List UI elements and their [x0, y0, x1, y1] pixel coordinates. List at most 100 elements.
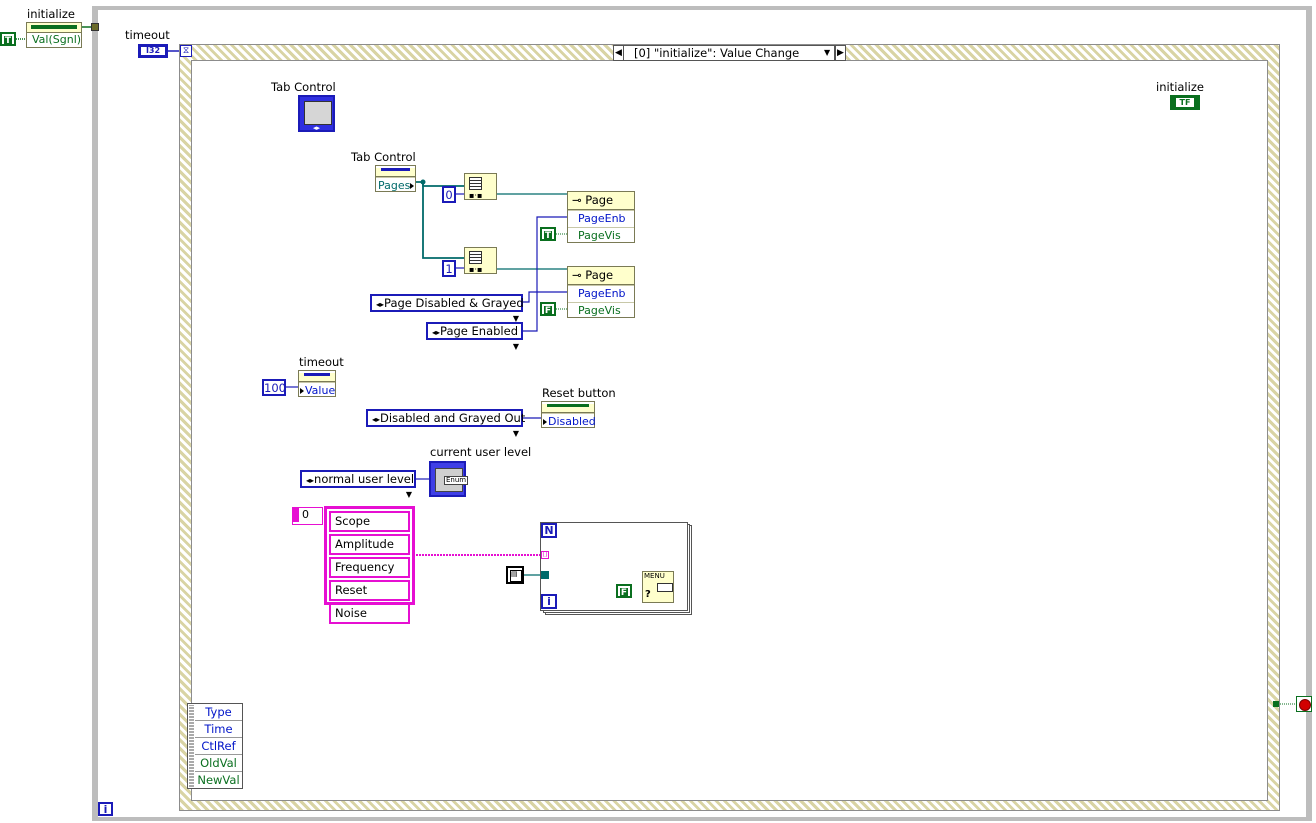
tunnel-initialize	[91, 23, 99, 31]
timeout-prop-strip	[304, 373, 330, 376]
initialize-local-variable[interactable]: Val(Sgnl)	[26, 22, 82, 48]
array-item-reset[interactable]: Reset	[329, 580, 410, 601]
timeout-type-text: I32	[141, 47, 165, 55]
enum-normal-user-level[interactable]: ◂▸normal user level ▼	[300, 470, 416, 499]
tab-control-ref-label: Tab Control	[351, 150, 416, 164]
menu-node-question-icon: ?	[645, 589, 651, 600]
menu-false-text: F	[620, 588, 628, 598]
page-invoke-2-title-text: Page	[585, 268, 614, 282]
enum-page-enabled-text: Page Enabled	[440, 324, 518, 338]
event-data-type[interactable]: Type	[195, 704, 242, 721]
index-array-1-dots: ▪·▪	[469, 265, 483, 274]
page-invoke-node-2[interactable]: ⊸ Page PageEnb PageVis	[567, 266, 635, 318]
for-loop-ref-tunnel	[541, 571, 549, 579]
array-index-display[interactable]: 0	[292, 507, 323, 525]
enum-arrows-icon-3: ◂▸	[372, 415, 381, 424]
pages-prop: Pages	[376, 177, 415, 194]
array-item-scope[interactable]: Scope	[329, 511, 410, 532]
tab-control-property-node[interactable]: Pages	[375, 165, 416, 192]
event-data-newval[interactable]: NewVal	[195, 772, 242, 788]
index-constant-0[interactable]: 0	[442, 186, 456, 203]
enum-disabled-grayed-out[interactable]: ◂▸Disabled and Grayed Out ▼	[366, 409, 526, 438]
menu-reference-glyph: ▤	[510, 570, 522, 582]
timeout-control-terminal[interactable]: I32	[138, 44, 168, 58]
false-constant-vis[interactable]: F	[540, 302, 556, 316]
timeout-label: timeout	[125, 28, 170, 42]
array-item-noise[interactable]: Noise	[329, 603, 410, 624]
chevron-down-icon-4: ▼	[405, 490, 413, 499]
event-data-oldval[interactable]: OldVal	[195, 755, 242, 772]
chevron-down-icon-3: ▼	[512, 429, 520, 438]
page-invoke-node-1[interactable]: ⊸ Page PageEnb PageVis	[567, 191, 635, 243]
enum-arrows-icon-4: ◂▸	[306, 476, 315, 485]
timeout-prop-label: timeout	[299, 355, 344, 369]
tab-control-terminal[interactable]: ◂▸	[298, 95, 335, 132]
page-vis-1: PageVis	[568, 227, 634, 244]
enum-arrows-icon-2: ◂▸	[432, 328, 441, 337]
key-icon-2: ⊸	[572, 268, 586, 282]
array-item-amplitude[interactable]: Amplitude	[329, 534, 410, 555]
event-selector-label[interactable]: [0] "initialize": Value Change	[623, 45, 835, 61]
array-index-value: 0	[302, 508, 309, 521]
reset-prop-strip	[547, 404, 589, 407]
stop-icon[interactable]	[1296, 696, 1312, 712]
true-constant-vis-text: T	[544, 231, 552, 241]
index-array-0-icon	[469, 177, 482, 190]
timeout-prop-head	[299, 373, 335, 382]
page-invoke-1-title: ⊸ Page	[568, 192, 634, 210]
event-structure-interior	[191, 60, 1268, 801]
tab-control-prop-head	[376, 168, 415, 177]
reset-property-node[interactable]: Disabled	[541, 401, 596, 430]
while-stop-tunnel	[1273, 701, 1279, 707]
menu-enable-node[interactable]: MENU ?	[642, 571, 674, 603]
user-level-indicator[interactable]: Enum	[429, 461, 469, 497]
user-level-enum-text: Enum	[444, 476, 469, 485]
event-selector-dropdown-icon[interactable]: ▼	[824, 46, 834, 60]
enum-arrows-icon: ◂▸	[376, 300, 385, 309]
enum-disabled-grayed-out-text: Disabled and Grayed Out	[380, 411, 526, 425]
index-array-node-0[interactable]: ▪·▪	[464, 173, 497, 200]
tab-control-prop-strip	[381, 168, 410, 171]
reset-button-label: Reset button	[542, 386, 616, 400]
event-data-node[interactable]: Type Time CtlRef OldVal NewVal	[187, 703, 243, 789]
index-array-1-icon	[469, 251, 482, 264]
initialize-strip	[31, 25, 77, 29]
enum-page-disabled-grayed-text: Page Disabled & Grayed	[384, 296, 524, 310]
menu-reference-icon[interactable]: ▤	[506, 566, 524, 584]
tab-control-label: Tab Control	[271, 80, 336, 94]
initialize-terminal[interactable]: TF	[1170, 95, 1200, 110]
page-enb-2: PageEnb	[568, 285, 634, 302]
event-data-ctlref[interactable]: CtlRef	[195, 738, 242, 755]
initialize-val-prop: Val(Sgnl)	[27, 32, 81, 47]
menu-false-constant[interactable]: F	[616, 584, 632, 598]
while-loop-iteration-terminal: i	[98, 802, 113, 816]
initialize-label-inner: initialize	[1156, 80, 1204, 94]
page-invoke-1-title-text: Page	[585, 193, 614, 207]
timeout-value-prop: Value	[299, 382, 335, 399]
event-data-node-strip	[189, 705, 194, 787]
string-array-constant[interactable]: Scope Amplitude Frequency Reset Noise	[324, 506, 415, 624]
enum-normal-user-level-text: normal user level	[314, 472, 415, 486]
index-array-0-dots: ▪·▪	[469, 191, 483, 200]
index-constant-1[interactable]: 1	[442, 260, 456, 277]
menu-node-icon	[657, 583, 673, 592]
tab-control-arrow-icon: ◂▸	[313, 124, 321, 132]
stop-icon-dot	[1299, 699, 1311, 711]
tab-control-icon	[304, 101, 332, 125]
for-loop-iteration-terminal: i	[541, 594, 557, 609]
reset-disabled-prop: Disabled	[542, 413, 596, 430]
enum-page-enabled[interactable]: ◂▸Page Enabled ▼	[426, 322, 523, 351]
initialize-term-text: TF	[1176, 98, 1194, 107]
true-constant-outside[interactable]: T	[0, 32, 16, 46]
event-next-arrow[interactable]: ▶	[835, 45, 846, 61]
array-item-frequency[interactable]: Frequency	[329, 557, 410, 578]
timeout-property-node[interactable]: Value	[298, 370, 336, 397]
index-array-node-1[interactable]: ▪·▪	[464, 247, 497, 274]
page-vis-2: PageVis	[568, 302, 634, 319]
chevron-down-icon-2: ▼	[512, 342, 520, 351]
for-loop-count-terminal: N	[541, 523, 557, 538]
timeout-value-constant[interactable]: 100	[262, 379, 286, 396]
event-data-time[interactable]: Time	[195, 721, 242, 738]
true-constant-vis[interactable]: T	[540, 227, 556, 241]
enum-page-disabled-grayed[interactable]: ◂▸Page Disabled & Grayed ▼	[370, 294, 524, 323]
